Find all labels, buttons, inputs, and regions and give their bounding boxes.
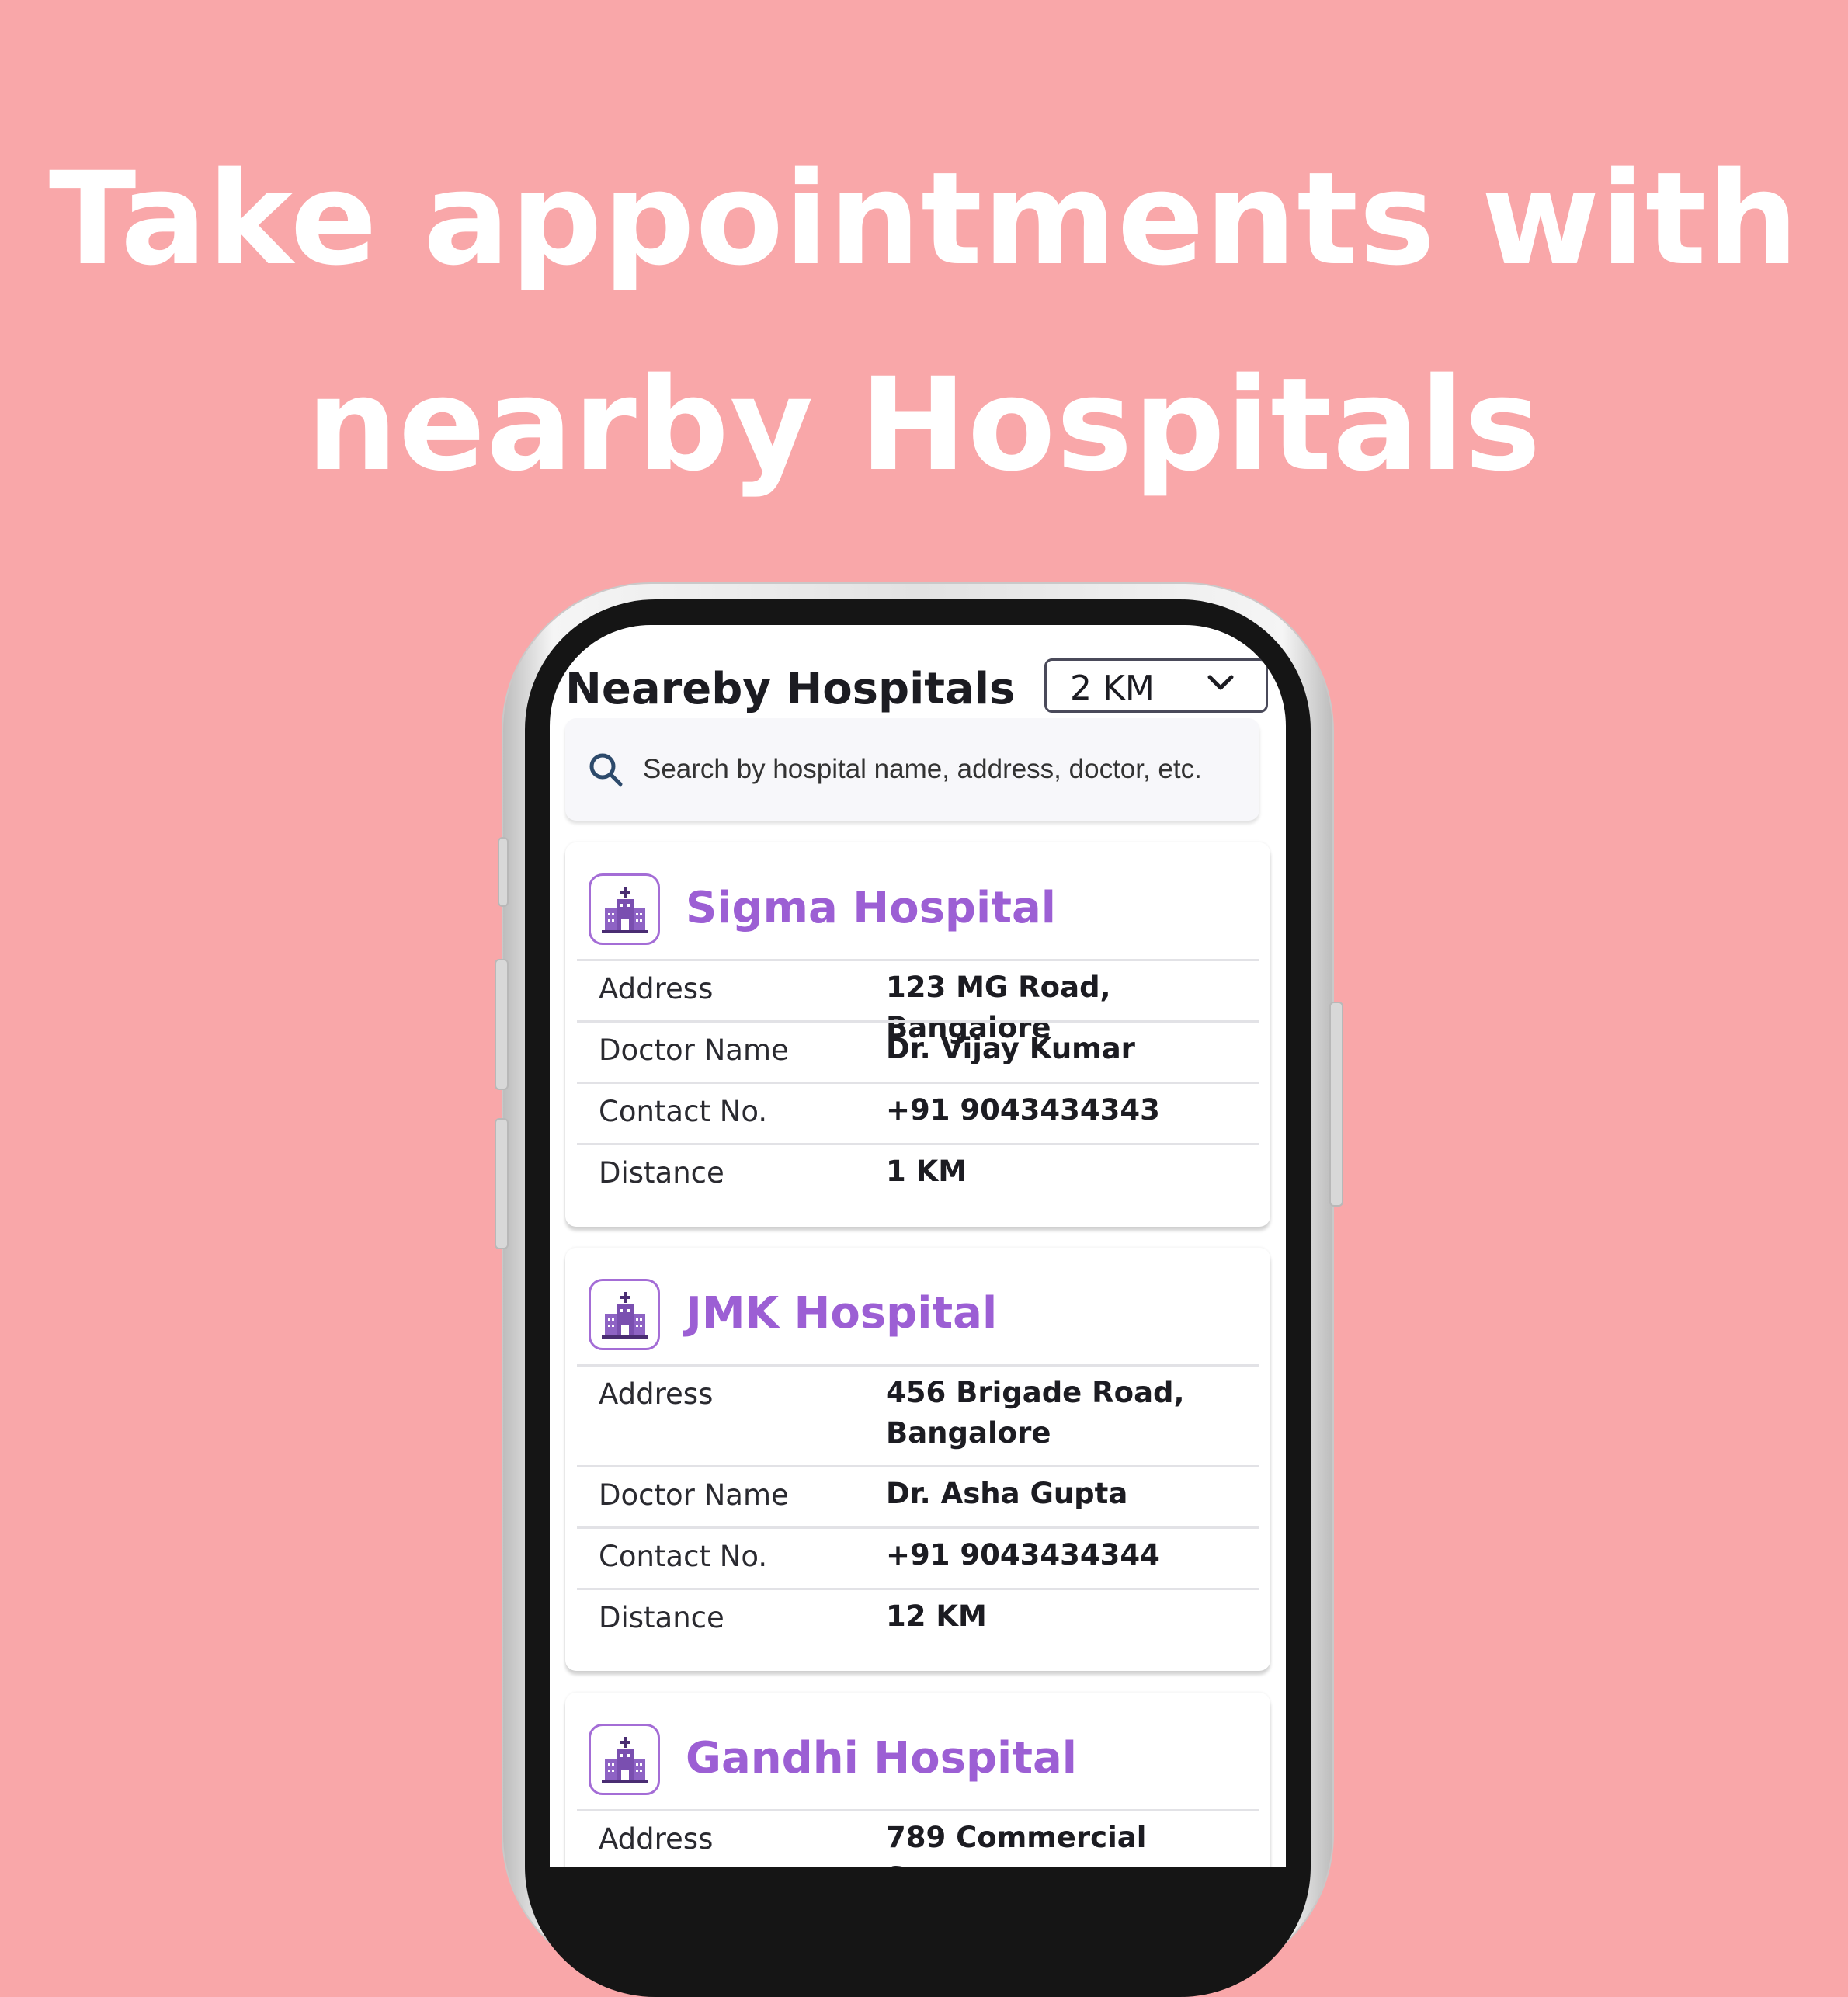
distance-value: 1 KM bbox=[886, 1155, 967, 1188]
phone-power-button bbox=[1329, 1002, 1343, 1207]
hospital-card-header: Sigma Hospital bbox=[565, 842, 1270, 959]
chevron-down-icon bbox=[1207, 675, 1234, 690]
address-label: Address bbox=[599, 1822, 714, 1856]
address-value: 789 Commercial Street bbox=[886, 1821, 1147, 1867]
distance-filter-value: 2 KM bbox=[1070, 669, 1155, 708]
search-input[interactable]: Search by hospital name, address, doctor… bbox=[565, 718, 1259, 821]
hospital-icon bbox=[589, 1724, 660, 1795]
headline-line-1: Take appointments with bbox=[48, 144, 1800, 293]
address-label: Address bbox=[599, 972, 714, 1005]
doctor-label: Doctor Name bbox=[599, 1033, 789, 1067]
hospital-card[interactable]: Sigma Hospital Address 123 MG Road, Bang… bbox=[565, 842, 1270, 1227]
hospital-name: Gandhi Hospital bbox=[686, 1733, 1077, 1783]
phone-volume-up bbox=[495, 959, 509, 1090]
distance-filter-select[interactable]: 2 KM bbox=[1044, 658, 1268, 713]
doctor-value: Dr. Vijay Kumar bbox=[886, 1032, 1135, 1065]
distance-row: Distance 1 KM bbox=[577, 1143, 1259, 1204]
phone-screen: Neareby Hospitals 2 KM Search by hospita… bbox=[550, 625, 1286, 1867]
contact-value[interactable]: +91 9043434344 bbox=[886, 1535, 1251, 1575]
hospital-card-header: JMK Hospital bbox=[565, 1248, 1270, 1364]
hospital-card[interactable]: Gandhi Hospital Address 789 Commercial S… bbox=[565, 1693, 1270, 1867]
contact-row: Contact No. +91 9043434344 bbox=[577, 1526, 1259, 1588]
phone-mute-switch bbox=[498, 837, 509, 907]
doctor-value: Dr. Asha Gupta bbox=[886, 1477, 1128, 1510]
address-row: Address 456 Brigade Road, Bangalore bbox=[577, 1364, 1259, 1465]
hospital-name: Sigma Hospital bbox=[686, 883, 1056, 933]
address-value: 456 Brigade Road, Bangalore bbox=[886, 1376, 1185, 1450]
contact-row: Contact No. +91 9043434343 bbox=[577, 1082, 1259, 1143]
page-title: Neareby Hospitals bbox=[565, 664, 1016, 714]
address-label: Address bbox=[599, 1377, 714, 1411]
hospital-icon bbox=[589, 1279, 660, 1350]
hospital-name: JMK Hospital bbox=[686, 1288, 998, 1339]
hospital-details: Address 123 MG Road, Bangalore Doctor Na… bbox=[577, 959, 1259, 1204]
doctor-row: Doctor Name Dr. Vijay Kumar bbox=[577, 1020, 1259, 1082]
distance-label: Distance bbox=[599, 1156, 724, 1190]
doctor-label: Doctor Name bbox=[599, 1478, 789, 1512]
contact-value[interactable]: +91 9043434343 bbox=[886, 1090, 1251, 1130]
distance-row: Distance 12 KM bbox=[577, 1588, 1259, 1649]
hospital-details: Address 456 Brigade Road, Bangalore Doct… bbox=[577, 1364, 1259, 1649]
distance-value: 12 KM bbox=[886, 1599, 987, 1633]
contact-label: Contact No. bbox=[599, 1540, 768, 1573]
address-row: Address 789 Commercial Street bbox=[577, 1809, 1259, 1867]
address-row: Address 123 MG Road, Bangalore bbox=[577, 959, 1259, 1044]
search-placeholder: Search by hospital name, address, doctor… bbox=[643, 754, 1202, 784]
hospital-icon bbox=[589, 873, 660, 945]
contact-label: Contact No. bbox=[599, 1095, 768, 1128]
hospital-details: Address 789 Commercial Street bbox=[577, 1809, 1259, 1867]
headline-line-2: nearby Hospitals bbox=[306, 350, 1542, 499]
hospital-card[interactable]: JMK Hospital Address 456 Brigade Road, B… bbox=[565, 1248, 1270, 1671]
search-icon bbox=[589, 753, 623, 787]
phone-volume-down bbox=[495, 1118, 509, 1249]
hospital-card-header: Gandhi Hospital bbox=[565, 1693, 1270, 1809]
distance-label: Distance bbox=[599, 1601, 724, 1634]
headline: Take appointments with nearby Hospitals bbox=[0, 116, 1848, 528]
doctor-row: Doctor Name Dr. Asha Gupta bbox=[577, 1465, 1259, 1526]
